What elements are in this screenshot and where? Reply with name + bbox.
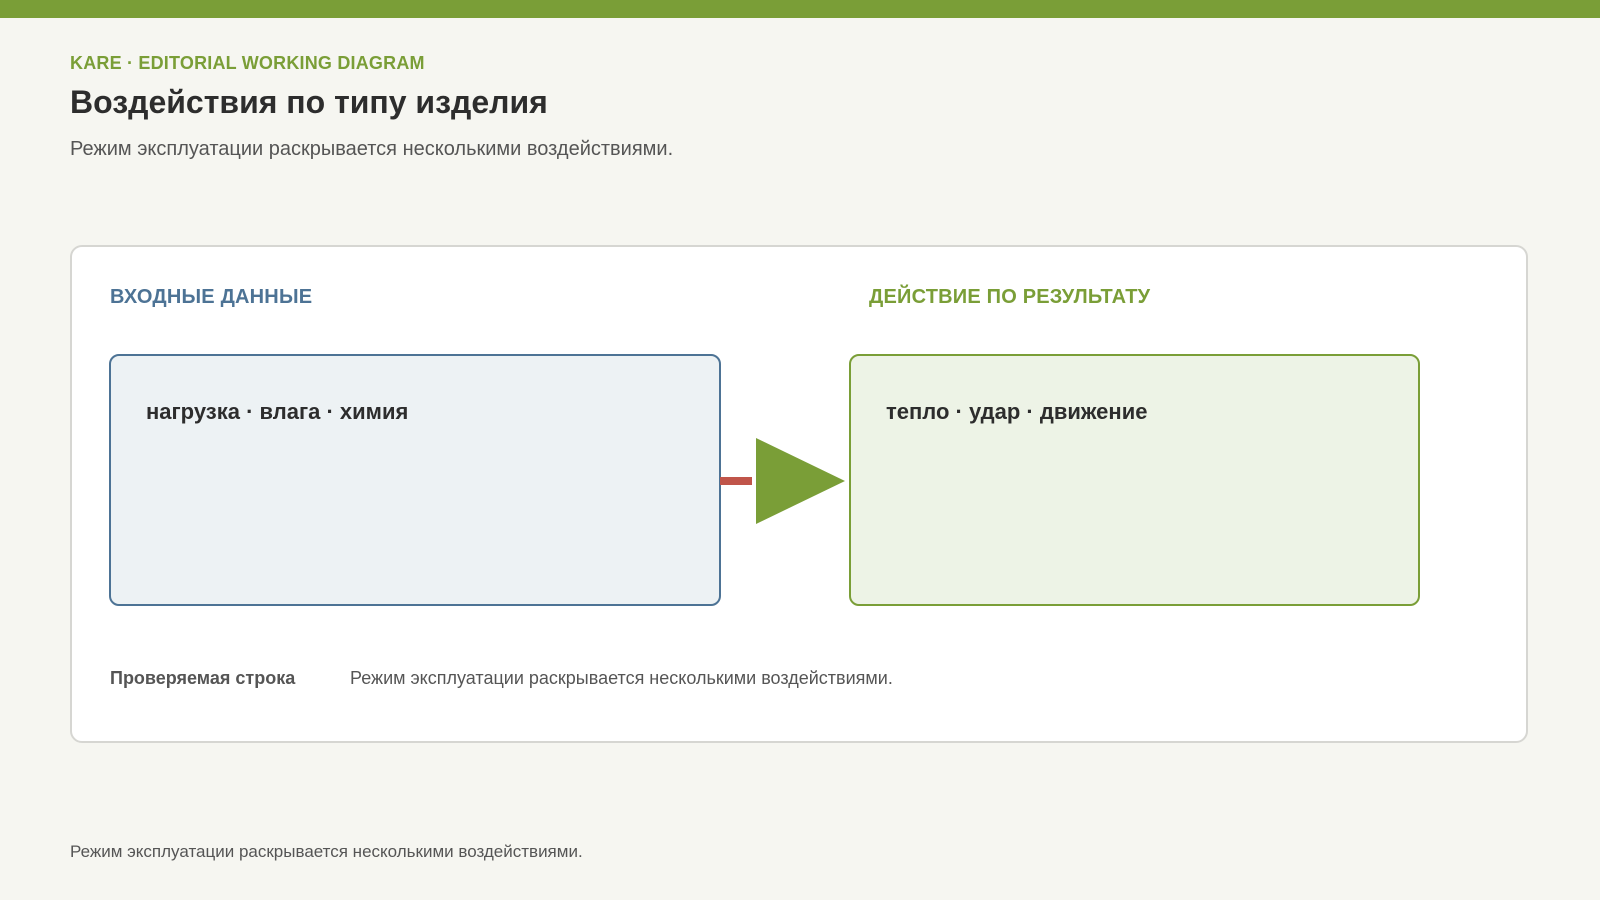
output-node-text: тепло · удар · движение [886, 399, 1148, 424]
check-row-label: Проверяемая строка [110, 668, 296, 688]
connector-line [720, 477, 752, 485]
output-column-label: ДЕЙСТВИЕ ПО РЕЗУЛЬТАТУ [869, 286, 1151, 308]
connector-arrow [720, 438, 845, 524]
eyebrow-label: KARE · EDITORIAL WORKING DIAGRAM [70, 53, 425, 73]
check-row-value: Режим эксплуатации раскрывается нескольк… [350, 668, 893, 688]
page-subtitle: Режим эксплуатации раскрывается нескольк… [70, 138, 674, 160]
input-node: нагрузка · влага · химия [109, 354, 721, 606]
footer-note: Режим эксплуатации раскрывается нескольк… [70, 842, 583, 861]
input-column-label: ВХОДНЫЕ ДАННЫЕ [110, 286, 313, 308]
arrow-right-icon [756, 438, 845, 524]
input-node-text: нагрузка · влага · химия [146, 399, 409, 424]
top-accent-bar [0, 0, 1600, 18]
output-node: тепло · удар · движение [849, 354, 1420, 606]
page-title: Воздействия по типу изделия [70, 84, 548, 120]
